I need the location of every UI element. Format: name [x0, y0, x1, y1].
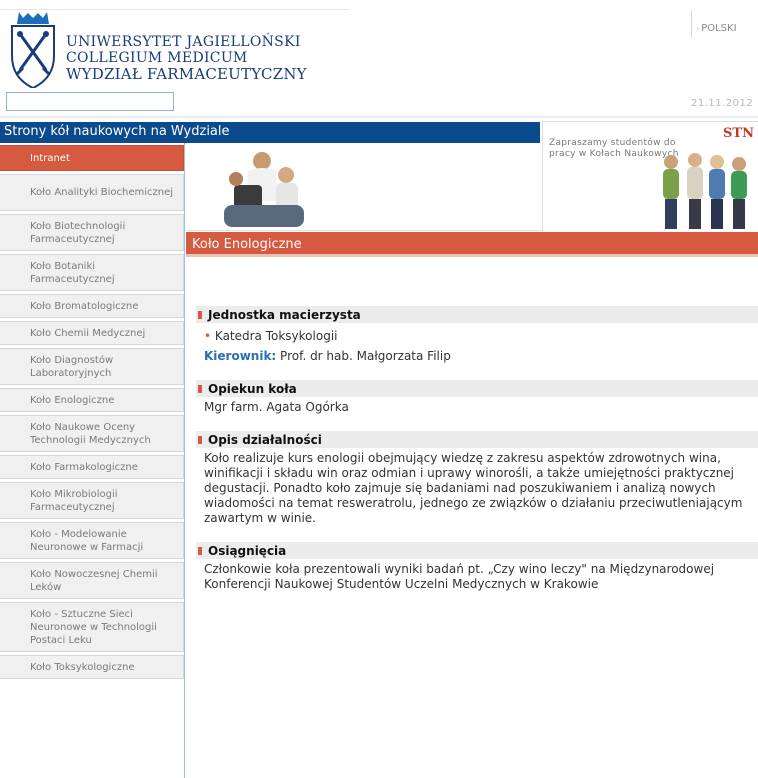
heading-marker-icon	[198, 311, 202, 319]
heading-marker-icon	[198, 547, 202, 555]
sidebar-item-label: Koło Nowoczesnej Chemii Leków	[30, 568, 158, 593]
language-divider	[691, 10, 692, 38]
search-input[interactable]	[6, 92, 174, 111]
sidebar-item-chemii-medycznej[interactable]: Koło Chemii Medycznej	[0, 321, 184, 345]
sidebar-item-biotechnologii[interactable]: Koło Biotechnologii Farmaceutycznej	[0, 214, 184, 251]
advisor-heading: Opiekun koła	[196, 380, 758, 397]
achievements-heading-text: Osiągnięcia	[208, 544, 287, 558]
stn-label: STN	[723, 126, 754, 141]
sidebar-item-label: Koło - Modelowanie Neuronowe w Farmacji	[30, 528, 144, 553]
sidebar-item-mikrobiologii[interactable]: Koło Mikrobiologii Farmaceutycznej	[0, 482, 184, 519]
sidebar-item-diagnostow[interactable]: Koło Diagnostów Laboratoryjnych	[0, 348, 184, 385]
unit-body: • Katedra Toksykologii Kierownik: Prof. …	[196, 323, 758, 364]
achievements-heading: Osiągnięcia	[196, 542, 758, 559]
sidebar-item-label: Koło - Sztuczne Sieci Neuronowe w Techno…	[30, 608, 157, 646]
main-content: Jednostka macierzysta • Katedra Toksykol…	[196, 306, 758, 592]
sidebar-item-nowoczesnej-chemii[interactable]: Koło Nowoczesnej Chemii Leków	[0, 562, 184, 599]
university-crest-logo[interactable]	[9, 12, 57, 88]
heading-marker-icon	[198, 385, 202, 393]
sidebar-item-enologiczne[interactable]: Koło Enologiczne	[0, 388, 184, 412]
sidebar-item-toksykologiczne[interactable]: Koło Toksykologiczne	[0, 655, 184, 679]
current-date: 21.11.2012	[691, 98, 754, 109]
sidebar-item-label: Koło Naukowe Oceny Technologii Medycznyc…	[30, 421, 151, 446]
description-heading: Opis działalności	[196, 431, 758, 448]
sidebar-item-label: Intranet	[30, 152, 70, 164]
students-photo	[663, 153, 747, 229]
sidebar-item-label: Koło Analityki Biochemicznej	[30, 187, 174, 198]
students-photo-left	[224, 152, 304, 227]
language-switch[interactable]: › POLSKI	[696, 23, 737, 34]
sidebar-item-label: Koło Enologiczne	[30, 394, 115, 406]
sidebar-item-label: Koło Chemii Medycznej	[30, 327, 146, 339]
top-divider	[0, 9, 350, 10]
sidebar-item-modelowanie-neuronowe[interactable]: Koło - Modelowanie Neuronowe w Farmacji	[0, 522, 184, 559]
sidebar-item-analityki-biochemicznej[interactable]: Koło Analityki Biochemicznej	[0, 174, 184, 211]
heading-marker-icon	[198, 436, 202, 444]
sidebar-item-label: Koło Botaniki Farmaceutycznej	[30, 260, 115, 285]
students-banner	[186, 143, 542, 231]
sidebar-item-label: Koło Farmakologiczne	[30, 461, 138, 473]
unit-value: Katedra Toksykologii	[214, 329, 338, 343]
sidebar-item-label: Koło Mikrobiologii Farmaceutycznej	[30, 488, 118, 513]
sidebar-item-farmakologiczne[interactable]: Koło Farmakologiczne	[0, 455, 184, 479]
header-divider	[0, 116, 758, 118]
head-value: Prof. dr hab. Małgorzata Filip	[276, 349, 451, 363]
sidebar-item-label: Koło Diagnostów Laboratoryjnych	[30, 354, 114, 379]
unit-heading: Jednostka macierzysta	[196, 306, 758, 323]
stn-banner[interactable]: STN Zapraszamy studentów do pracy w Koła…	[542, 121, 758, 231]
sidebar-item-bromatologiczne[interactable]: Koło Bromatologiczne	[0, 294, 184, 318]
section-banner-title: Strony kół naukowych na Wydziale	[0, 122, 540, 143]
sidebar-item-label: Koło Bromatologiczne	[30, 300, 139, 312]
page-title: Koło Enologiczne	[186, 232, 758, 257]
chevron-right-icon: ›	[696, 24, 700, 33]
advisor-heading-text: Opiekun koła	[208, 382, 297, 396]
sidebar-item-label: Koło Toksykologiczne	[30, 661, 135, 673]
university-name-line1: UNIWERSYTET JAGIELLOŃSKI	[66, 34, 301, 50]
description-heading-text: Opis działalności	[208, 433, 322, 447]
sidebar-item-intranet[interactable]: Intranet	[0, 145, 184, 171]
advisor-body: Mgr farm. Agata Ogórka	[204, 400, 349, 414]
language-label: POLSKI	[701, 23, 737, 34]
sidebar-item-sztuczne-sieci[interactable]: Koło - Sztuczne Sieci Neuronowe w Techno…	[0, 602, 184, 652]
sidebar-nav: Intranet Koło Analityki Biochemicznej Ko…	[0, 145, 186, 682]
sidebar-item-label: Koło Biotechnologii Farmaceutycznej	[30, 220, 126, 245]
bullet-icon: •	[204, 329, 212, 343]
university-name-line3: WYDZIAŁ FARMACEUTYCZNY	[66, 65, 307, 83]
description-body: Koło realizuje kurs enologii obejmujący …	[204, 451, 743, 525]
achievements-body: Członkowie koła prezentowali wyniki bada…	[204, 562, 715, 591]
sidebar-item-oceny-technologii[interactable]: Koło Naukowe Oceny Technologii Medycznyc…	[0, 415, 184, 452]
sidebar-item-botaniki[interactable]: Koło Botaniki Farmaceutycznej	[0, 254, 184, 291]
unit-heading-text: Jednostka macierzysta	[208, 308, 361, 322]
university-name[interactable]: UNIWERSYTET JAGIELLOŃSKI COLLEGIUM MEDIC…	[66, 34, 307, 82]
head-label: Kierownik:	[204, 349, 277, 363]
university-name-line2: COLLEGIUM MEDICUM	[66, 50, 248, 66]
